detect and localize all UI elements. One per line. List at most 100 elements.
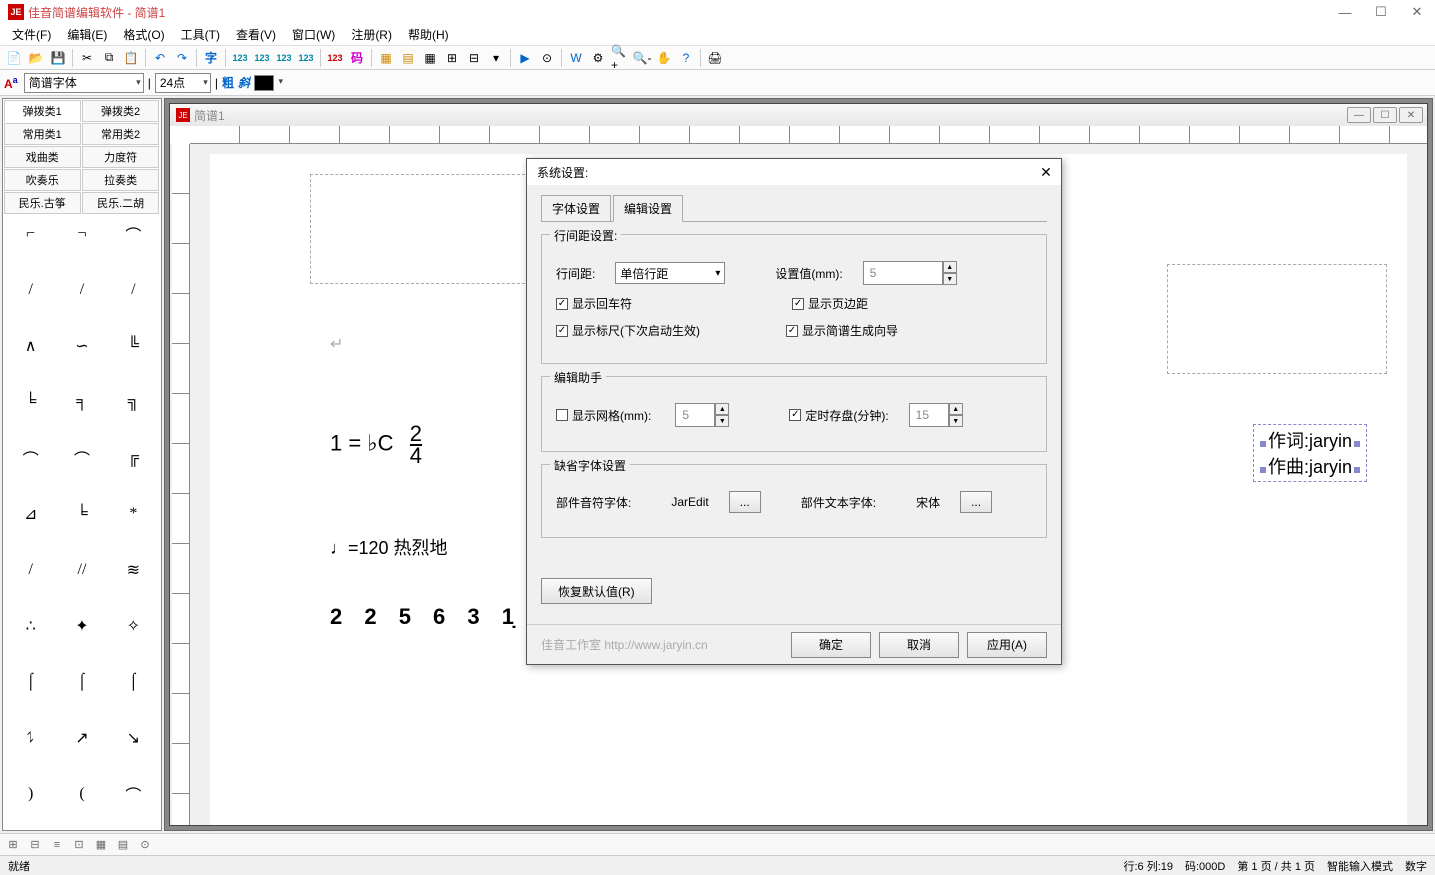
symbol-item[interactable]: ⌒: [58, 446, 105, 470]
show-ruler-checkbox[interactable]: ✓显示标尺(下次启动生效): [556, 322, 700, 339]
menu-help[interactable]: 帮助(H): [400, 24, 457, 45]
cancel-button[interactable]: 取消: [879, 632, 959, 658]
font-color-button[interactable]: [254, 75, 274, 91]
tab-common2[interactable]: 常用类2: [82, 123, 159, 145]
tool-b-icon[interactable]: ▤: [398, 48, 418, 68]
symbol-item[interactable]: /: [7, 278, 54, 302]
symbol-item[interactable]: ↘: [110, 726, 157, 750]
dialog-close-button[interactable]: ✕: [1037, 163, 1055, 181]
tab-dynamics[interactable]: 力度符: [82, 146, 159, 168]
restore-defaults-button[interactable]: 恢复默认值(R): [541, 578, 652, 604]
symbol-item[interactable]: ): [7, 782, 54, 806]
paste-icon[interactable]: 📋: [121, 48, 141, 68]
spin-down-icon[interactable]: ▼: [943, 273, 957, 285]
show-margin-checkbox[interactable]: ✓显示页边距: [792, 295, 868, 312]
menu-tools[interactable]: 工具(T): [173, 24, 228, 45]
doc-close-button[interactable]: ✕: [1399, 107, 1423, 123]
symbol-item[interactable]: //: [58, 558, 105, 582]
spin-up-icon[interactable]: ▲: [943, 261, 957, 273]
symbol-item[interactable]: ⌠: [58, 670, 105, 694]
tab-bow[interactable]: 拉奏类: [82, 169, 159, 191]
symbol-item[interactable]: ≋: [110, 558, 157, 582]
subtitle-placeholder-box[interactable]: [1167, 264, 1387, 374]
bt-3-icon[interactable]: ≡: [48, 837, 66, 853]
bt-6-icon[interactable]: ▤: [114, 837, 132, 853]
hand-icon[interactable]: ✋: [654, 48, 674, 68]
grid-spinner[interactable]: 5 ▲▼: [675, 403, 729, 427]
menu-view[interactable]: 查看(V): [228, 24, 284, 45]
code-mode-button[interactable]: 码: [347, 48, 367, 68]
symbol-item[interactable]: ⌠: [7, 670, 54, 694]
num123-red-button[interactable]: 123: [325, 48, 345, 68]
symbol-item[interactable]: /: [110, 278, 157, 302]
help-icon[interactable]: ?: [676, 48, 696, 68]
tab-edit-settings[interactable]: 编辑设置: [613, 195, 683, 222]
symbol-item[interactable]: ✦: [58, 614, 105, 638]
symbol-item[interactable]: ╕: [58, 390, 105, 414]
print-icon[interactable]: 🖨: [705, 48, 725, 68]
italic-button[interactable]: 斜: [238, 74, 250, 91]
char-mode-button[interactable]: 字: [201, 48, 221, 68]
symbol-item[interactable]: /: [7, 558, 54, 582]
tab-erhu[interactable]: 民乐.二胡: [82, 192, 159, 214]
bt-1-icon[interactable]: ⊞: [4, 837, 22, 853]
symbol-item[interactable]: ⥍: [7, 726, 54, 750]
symbol-item[interactable]: *: [110, 502, 157, 526]
symbol-item[interactable]: ⌐: [7, 222, 54, 246]
symbol-item[interactable]: ╚: [110, 334, 157, 358]
zoom-in-icon[interactable]: 🔍+: [610, 48, 630, 68]
tab-common1[interactable]: 常用类1: [4, 123, 81, 145]
show-wizard-checkbox[interactable]: ✓显示简谱生成向导: [786, 322, 898, 339]
line-spacing-select[interactable]: 单倍行距: [615, 262, 725, 284]
menu-file[interactable]: 文件(F): [4, 24, 59, 45]
save-icon[interactable]: 💾: [48, 48, 68, 68]
record-icon[interactable]: ⊙: [537, 48, 557, 68]
symbol-item[interactable]: ⌒: [110, 782, 157, 806]
credits-box[interactable]: 作词:jaryin 作曲:jaryin: [1253, 424, 1367, 482]
menu-window[interactable]: 窗口(W): [284, 24, 343, 45]
ok-button[interactable]: 确定: [791, 632, 871, 658]
show-cr-checkbox[interactable]: ✓显示回车符: [556, 295, 632, 312]
symbol-item[interactable]: ∧: [7, 334, 54, 358]
tool-a-icon[interactable]: ▦: [376, 48, 396, 68]
tab-wind[interactable]: 吹奏乐: [4, 169, 81, 191]
tab-pluck1[interactable]: 弹拨类1: [4, 100, 81, 122]
show-grid-checkbox[interactable]: 显示网格(mm):: [556, 407, 651, 424]
tool-e-icon[interactable]: ⊟: [464, 48, 484, 68]
symbol-item[interactable]: ⌒: [110, 222, 157, 246]
tempo-marking[interactable]: ♩=120 热烈地: [330, 534, 448, 560]
symbol-item[interactable]: (: [58, 782, 105, 806]
num123-1-button[interactable]: 123: [230, 48, 250, 68]
dialog-titlebar[interactable]: 系统设置: ✕: [527, 159, 1061, 185]
num123-2-button[interactable]: 123: [252, 48, 272, 68]
symbol-item[interactable]: ∴: [7, 614, 54, 638]
bt-4-icon[interactable]: ⊡: [70, 837, 88, 853]
menu-format[interactable]: 格式(O): [115, 24, 172, 45]
num123-3-button[interactable]: 123: [274, 48, 294, 68]
doc-maximize-button[interactable]: ☐: [1373, 107, 1397, 123]
tool-d-icon[interactable]: ⊞: [442, 48, 462, 68]
undo-icon[interactable]: ↶: [150, 48, 170, 68]
play-icon[interactable]: ▶: [515, 48, 535, 68]
bt-5-icon[interactable]: ▦: [92, 837, 110, 853]
open-icon[interactable]: 📂: [26, 48, 46, 68]
symbol-item[interactable]: ↗: [58, 726, 105, 750]
note-font-browse-button[interactable]: ...: [729, 491, 761, 513]
title-placeholder-box[interactable]: [310, 174, 530, 284]
maximize-button[interactable]: ☐: [1363, 0, 1399, 24]
symbol-item[interactable]: ╘: [7, 390, 54, 414]
apply-button[interactable]: 应用(A): [967, 632, 1047, 658]
bt-2-icon[interactable]: ⊟: [26, 837, 44, 853]
font-size-combo[interactable]: 24点▾: [155, 73, 211, 93]
set-value-spinner[interactable]: 5 ▲▼: [863, 261, 957, 285]
font-name-combo[interactable]: 简谱字体▾: [24, 73, 144, 93]
bold-button[interactable]: 粗: [222, 74, 234, 91]
menu-register[interactable]: 注册(R): [343, 24, 400, 45]
close-button[interactable]: ✕: [1399, 0, 1435, 24]
autosave-spinner[interactable]: 15 ▲▼: [909, 403, 963, 427]
symbol-item[interactable]: ╔: [110, 446, 157, 470]
minimize-button[interactable]: —: [1327, 0, 1363, 24]
tab-opera[interactable]: 戏曲类: [4, 146, 81, 168]
tab-guzheng[interactable]: 民乐.古筝: [4, 192, 81, 214]
doc-minimize-button[interactable]: —: [1347, 107, 1371, 123]
